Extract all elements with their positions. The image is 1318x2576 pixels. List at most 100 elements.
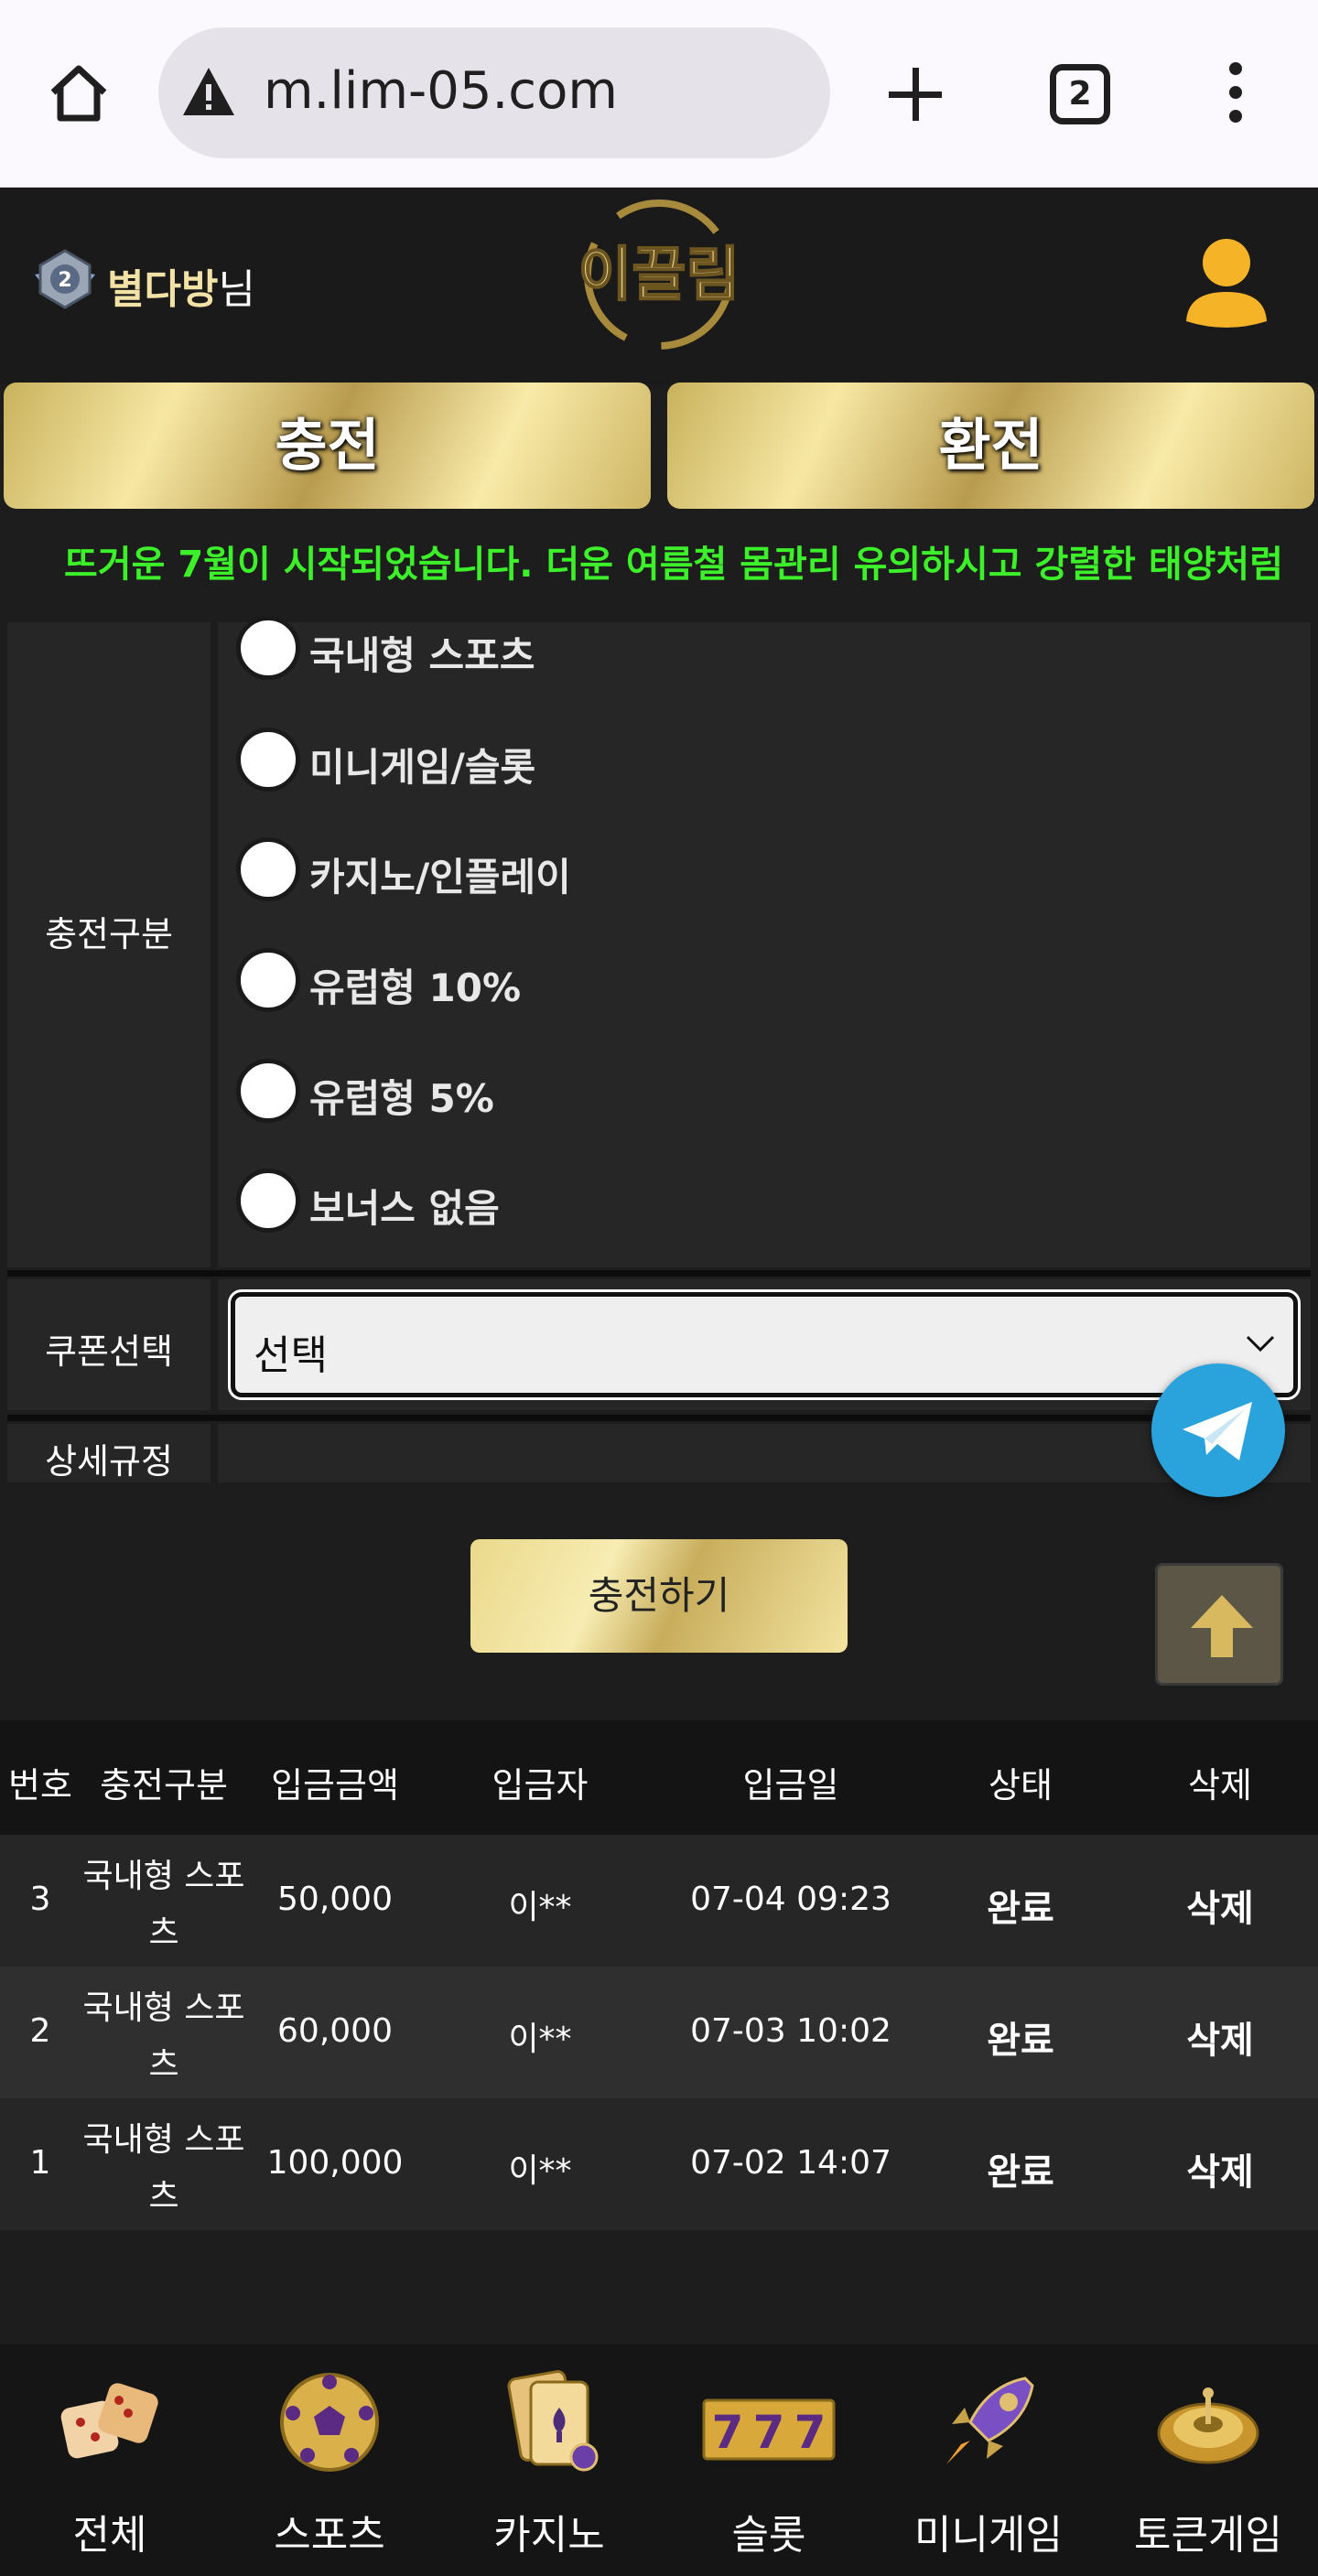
cell-date: 07-04 09:23 [690,1881,891,1918]
coupon-label: 쿠폰선택 [45,1331,173,1372]
warning-icon[interactable] [180,64,237,119]
submit-charge-button[interactable]: 충전하기 [470,1539,848,1653]
svg-text:7: 7 [712,2406,744,2459]
cell-type: 국내형 스포 [82,1858,245,1895]
radio-label: 보너스 없음 [309,1186,500,1231]
row-divider [7,1270,1311,1277]
username-name: 별다방 [107,266,219,313]
notice-marquee: 뜨거운 7월이 시작되었습니다. 더운 여름철 몸관리 유의하시고 강렬한 태양… [0,522,1318,599]
nav-item-minigame[interactable]: 미니게임 [879,2344,1098,2576]
rules-label-cell: 상세규정 [7,1424,211,1482]
nav-label: 스포츠 [274,2512,385,2559]
telegram-button[interactable] [1151,1363,1285,1497]
charge-type-label: 충전구분 [45,914,173,954]
slot-777-icon: 7 7 7 [702,2398,836,2461]
coupon-select-value: 선택 [254,1332,328,1379]
charge-button[interactable]: 충전 [4,383,651,509]
svg-text:7: 7 [753,2406,785,2459]
nav-label: 전체 [72,2512,147,2559]
chevron-down-icon [1246,1335,1275,1353]
rocket-icon [946,2377,1034,2464]
header-charge-type: 충전구분 [100,1765,228,1805]
cell-depositor: 이** [508,2021,572,2058]
username-suffix: 님 [218,266,255,313]
nav-label: 카지노 [493,2512,605,2559]
nav-item-token-game[interactable]: 토큰게임 [1098,2344,1318,2576]
cell-depositor: 이** [508,2152,572,2190]
radio-button[interactable] [236,616,300,680]
nav-item-casino[interactable]: 카지노 [439,2344,659,2576]
scroll-to-top-button[interactable] [1155,1563,1283,1686]
table-row: 2 국내형 스포 츠 60,000 이** 07-03 10:02 완료 삭제 [0,1967,1318,2098]
browser-toolbar: m.lim-05.com 2 [0,0,1318,188]
nav-item-slot[interactable]: 7 7 7 슬롯 [659,2344,879,2576]
radio-button[interactable] [236,948,300,1012]
cell-status: 완료 [987,2020,1054,2062]
level-badge-icon: 2 [35,249,95,309]
rules-label: 상세규정 [45,1441,173,1482]
rules-value-cell [218,1424,1311,1482]
cell-date: 07-03 10:02 [690,2012,891,2050]
radio-button[interactable] [236,1169,300,1233]
cell-type: 국내형 스포 [82,1989,245,2027]
radio-label: 유럽형 5% [309,1076,494,1121]
roulette-icon [1157,2387,1259,2464]
dice-icon [60,2383,158,2459]
cell-type-wrap: 츠 [148,2046,179,2084]
cell-amount: 60,000 [277,2012,393,2050]
url-text[interactable]: m.lim-05.com [264,61,618,121]
cell-depositor: 이** [508,1889,572,1926]
svg-text:2: 2 [58,269,71,292]
header-delete: 삭제 [1188,1765,1252,1805]
radio-button[interactable] [236,837,300,901]
exchange-button[interactable]: 환전 [667,383,1314,509]
header-number: 번호 [8,1765,72,1805]
radio-label: 국내형 스포츠 [309,633,535,678]
user-profile-icon[interactable] [1181,233,1272,334]
radio-button[interactable] [236,1059,300,1123]
delete-button[interactable]: 삭제 [1133,2010,1307,2064]
coupon-label-cell: 쿠폰선택 [7,1279,211,1410]
radio-button[interactable] [236,728,300,792]
cell-number: 1 [29,2144,51,2182]
delete-button[interactable]: 삭제 [1133,1879,1307,1932]
svg-text:7: 7 [794,2406,826,2459]
nav-item-all[interactable]: 전체 [0,2344,220,2576]
cell-amount: 50,000 [277,1881,393,1918]
cell-status: 완료 [987,1888,1054,1930]
nav-label: 토큰게임 [1134,2512,1282,2559]
cell-type-wrap: 츠 [148,2178,179,2215]
bottom-nav: 전체 스포츠 카지노 7 7 7 슬롯 미니게임 토큰게임 [0,2344,1318,2576]
cell-number: 3 [29,1881,51,1918]
header-date: 입금일 [742,1765,839,1805]
delete-button[interactable]: 삭제 [1133,2142,1307,2195]
more-menu-icon[interactable] [1217,59,1254,125]
cell-amount: 100,000 [266,2144,404,2182]
tab-switcher-button[interactable]: 2 [1050,64,1110,124]
radio-label: 미니게임/슬롯 [309,745,536,790]
header-depositor: 입금자 [492,1765,589,1805]
username: 별다방님 [107,256,255,315]
header-amount: 입금금액 [271,1765,399,1805]
table-row: 1 국내형 스포 츠 100,000 이** 07-02 14:07 완료 삭제 [0,2098,1318,2230]
soccer-ball-icon [280,2373,379,2472]
table-row: 3 국내형 스포 츠 50,000 이** 07-04 09:23 완료 삭제 [0,1835,1318,1967]
cell-type: 국내형 스포 [82,2121,245,2159]
charge-type-options [218,622,1311,1267]
charge-type-label-cell: 충전구분 [7,622,211,1267]
nav-item-sports[interactable]: 스포츠 [220,2344,439,2576]
coupon-select[interactable]: 선택 [228,1289,1301,1400]
radio-label: 카지노/인플레이 [309,855,571,900]
telegram-icon [1183,1402,1252,1460]
logo-text: 이끌림 [578,242,740,309]
new-tab-icon[interactable] [883,62,947,126]
cell-number: 2 [29,2012,51,2050]
cell-status: 완료 [987,2151,1054,2193]
home-icon[interactable] [46,59,112,125]
nav-label: 미니게임 [914,2512,1063,2559]
site-logo[interactable]: 이끌림 [545,192,773,357]
row-divider [7,1415,1311,1421]
header-status: 상태 [988,1765,1053,1805]
arrow-up-icon [1191,1595,1253,1657]
cell-date: 07-02 14:07 [690,2144,891,2182]
